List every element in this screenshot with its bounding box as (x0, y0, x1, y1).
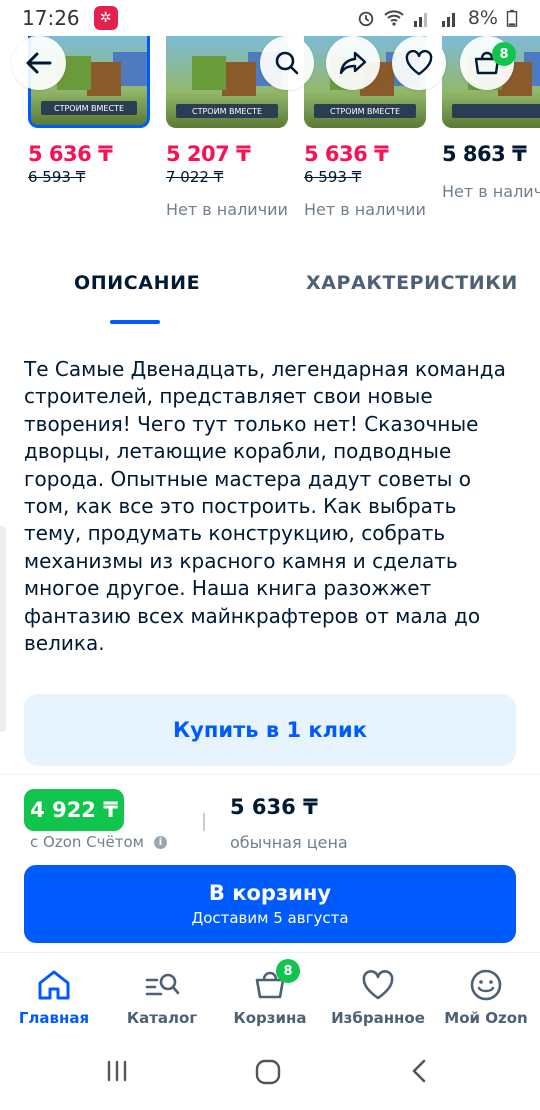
ozon-account-label-text: с Ozon Счётом (30, 833, 144, 851)
ozon-account-price: 4 922 ₸ (24, 789, 124, 831)
nav-catalog[interactable]: Каталог (108, 967, 216, 1027)
nav-profile-label: Мой Ozon (444, 1009, 528, 1027)
signal-icon (413, 13, 427, 27)
variant-stock-status: Нет в наличии (166, 200, 288, 219)
variant-old-price: 7 022 ₸ (166, 168, 224, 186)
status-bar: 17:26 ✲ 8% (0, 0, 540, 36)
nav-cart-label: Корзина (233, 1009, 307, 1027)
cart-icon: 8 (250, 959, 300, 1003)
nav-home-label: Главная (18, 1009, 90, 1027)
regular-price-label: обычная цена (230, 833, 348, 852)
home-icon (34, 967, 74, 1003)
price-panel: 4 922 ₸ с Ozon Счётом i 5 636 ₸ обычная … (0, 774, 540, 952)
share-button[interactable] (326, 36, 380, 90)
recent-apps-button[interactable] (104, 1058, 130, 1084)
nav-favorites-label: Избранное (331, 1009, 425, 1027)
battery-icon (506, 9, 518, 27)
status-time: 17:26 (22, 6, 80, 30)
product-description: Те Самые Двенадцать, легендарная команда… (24, 357, 506, 656)
nav-profile[interactable]: Мой Ozon (432, 967, 540, 1027)
delivery-date-label: Доставим 5 августа (191, 909, 349, 927)
bottom-navigation: Главная Каталог 8 Корзина Избранное Мой … (0, 952, 540, 1036)
variant-price: 5 636 ₸ (304, 142, 389, 166)
buy-one-click-button[interactable]: Купить в 1 клик (24, 694, 516, 766)
system-navigation-bar (0, 1036, 540, 1110)
catalog-icon (142, 967, 182, 1003)
add-to-cart-label: В корзину (208, 881, 332, 905)
app-notification-icon: ✲ (93, 6, 118, 30)
active-tab-indicator (110, 320, 160, 324)
nav-home[interactable]: Главная (0, 967, 108, 1027)
heart-icon (405, 49, 433, 76)
variant-stock-status: Нет в наличии (304, 200, 426, 219)
ozon-account-price-label: с Ozon Счётом i (30, 833, 167, 851)
back-button[interactable] (12, 36, 66, 90)
add-to-cart-button[interactable]: В корзину Доставим 5 августа (24, 865, 516, 943)
back-system-button[interactable] (408, 1058, 432, 1084)
battery-percent: 8% (467, 7, 498, 29)
alarm-icon (358, 11, 374, 27)
cart-count-badge: 8 (492, 42, 516, 66)
variant-old-price: 6 593 ₸ (304, 168, 362, 186)
search-button[interactable] (260, 36, 314, 90)
variant-old-price: 6 593 ₸ (28, 168, 86, 186)
wifi-icon (384, 10, 404, 26)
regular-price: 5 636 ₸ (230, 795, 318, 819)
nav-cart-badge: 8 (276, 959, 300, 983)
arrow-left-icon (26, 52, 52, 74)
nav-cart[interactable]: 8 Корзина (216, 959, 324, 1027)
share-icon (339, 51, 367, 75)
variant-price: 5 636 ₸ (28, 142, 113, 166)
home-system-button[interactable] (254, 1058, 282, 1086)
signal-icon-2 (441, 13, 455, 27)
variant-stock-status: Нет в наличии (442, 182, 540, 201)
variant-price: 5 207 ₸ (166, 142, 251, 166)
variant-price: 5 863 ₸ (442, 142, 527, 166)
status-icons: 8% (356, 7, 518, 29)
nav-catalog-label: Каталог (126, 1009, 198, 1027)
tab-characteristics[interactable]: ХАРАКТЕРИСТИКИ (306, 272, 518, 294)
edge-panel-handle[interactable] (0, 526, 6, 732)
search-icon (275, 51, 299, 75)
info-icon[interactable]: i (153, 835, 167, 849)
price-divider (203, 813, 205, 831)
cart-header-button[interactable]: 8 (460, 36, 516, 90)
profile-icon (466, 967, 506, 1003)
tab-description[interactable]: ОПИСАНИЕ (74, 272, 200, 294)
nav-favorites[interactable]: Избранное (324, 967, 432, 1027)
heart-icon (358, 967, 398, 1003)
favorite-button[interactable] (392, 36, 446, 90)
product-tabs: ОПИСАНИЕ ХАРАКТЕРИСТИКИ (0, 262, 540, 326)
